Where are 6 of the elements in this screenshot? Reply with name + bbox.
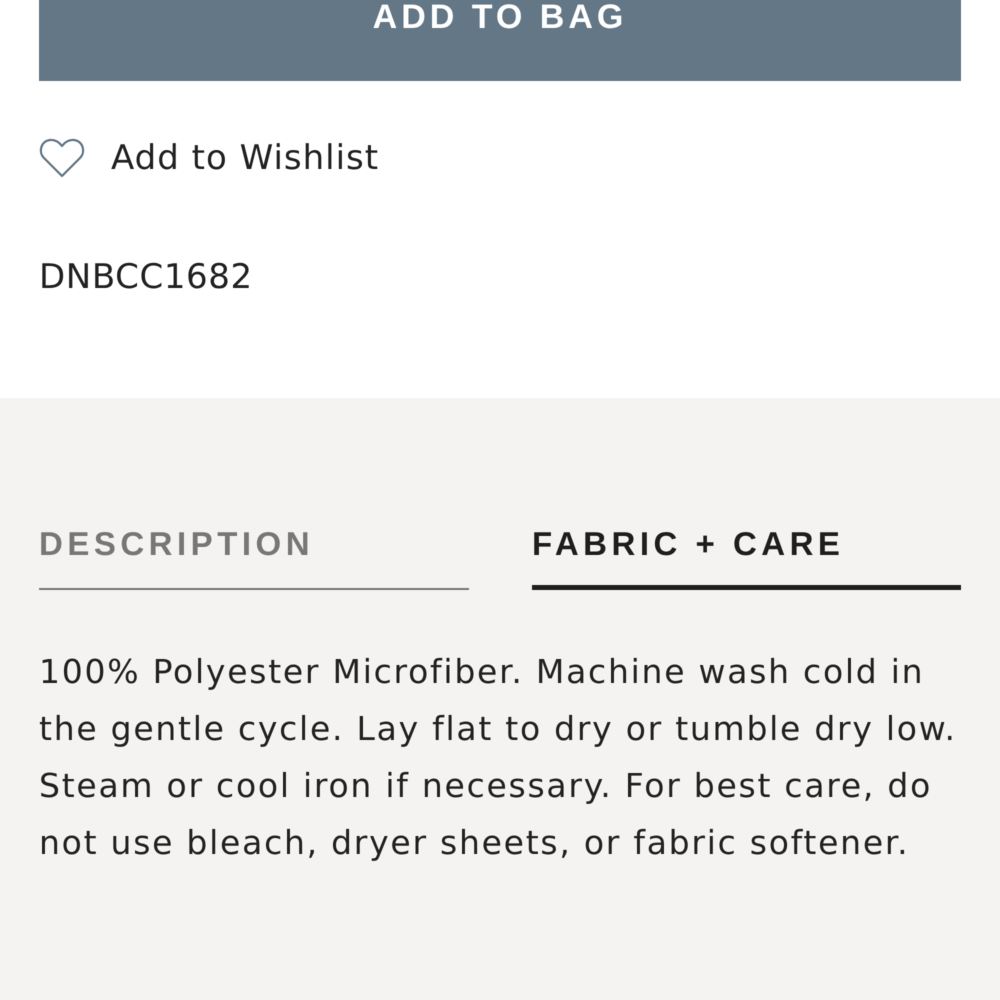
tab[interactable]: DESCRIPTION <box>39 526 469 590</box>
add-to-bag-button[interactable]: ADD TO BAG <box>39 0 961 81</box>
product-code: DNBCC1682 <box>39 257 253 297</box>
tab[interactable]: FABRIC + CARE <box>532 526 961 590</box>
wishlist-button[interactable]: Add to Wishlist <box>39 138 380 178</box>
fabric-care-text: 100% Polyester Microfiber. Machine wash cold in the gentle cycle. Lay flat to dry or tumble dry low. Steam or cool iron if necessary. For best care, do not use bleach, dryer sheets, or fabric softener. <box>39 651 958 864</box>
